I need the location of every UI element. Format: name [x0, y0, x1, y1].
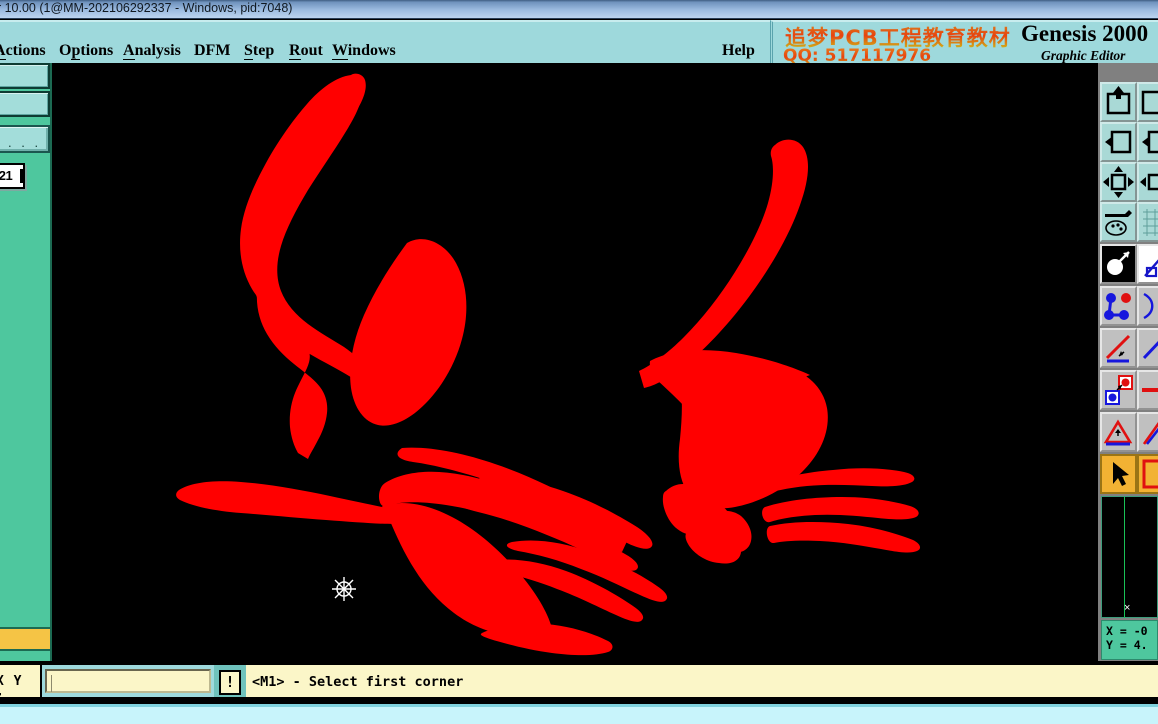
- crosshair-wheel-cursor: [332, 577, 356, 601]
- coordinate-input[interactable]: [45, 669, 211, 693]
- sidebar-more-label: . . .: [8, 135, 42, 150]
- tool-line-blue[interactable]: [1137, 328, 1158, 368]
- tool-rectangle-select[interactable]: [1137, 454, 1158, 494]
- tool-grid[interactable]: [1137, 202, 1158, 242]
- window-title: or 10.00 (1@MM-202106292337 - Windows, p…: [0, 1, 293, 15]
- tool-clipboard-up[interactable]: [1100, 82, 1137, 122]
- status-message: <M1> - Select first corner: [252, 674, 464, 690]
- command-button-wrap: !: [214, 663, 246, 699]
- tool-polygon[interactable]: [1137, 286, 1158, 326]
- tool-copy-shape[interactable]: [1100, 370, 1137, 410]
- xy-label-text: X Y :: [0, 674, 23, 704]
- tool-wrench-palette[interactable]: [1100, 202, 1137, 242]
- exclamation-button[interactable]: !: [219, 670, 241, 695]
- menu-item-rout[interactable]: Rout: [289, 42, 323, 60]
- window-titlebar[interactable]: or 10.00 (1@MM-202106292337 - Windows, p…: [0, 0, 1158, 19]
- coordinate-y: Y = 4.: [1106, 638, 1148, 652]
- brand-qq-number: QQ: 517117976: [783, 46, 931, 63]
- sidebar-button-1[interactable]: [0, 63, 50, 89]
- tool-resize-horizontal[interactable]: [1137, 162, 1158, 202]
- sidebar-number-field[interactable]: 221: [0, 163, 25, 189]
- menu-item-actions[interactable]: AActionsctions: [0, 42, 46, 60]
- sidebar-number-value: 221: [0, 168, 13, 183]
- tool-pad-select[interactable]: [1100, 244, 1137, 284]
- minipanel-guideline: [1124, 497, 1125, 618]
- tool-resize-arrows[interactable]: [1100, 162, 1137, 202]
- minipanel-marker-icon: ×: [1124, 602, 1131, 614]
- message-area: <M1> - Select first corner: [246, 663, 1158, 699]
- tool-panel-left[interactable]: [1137, 82, 1158, 122]
- tool-net-nodes[interactable]: [1100, 286, 1137, 326]
- xy-label: X Y :: [0, 663, 40, 704]
- application-window: or 10.00 (1@MM-202106292337 - Windows, p…: [0, 0, 1158, 724]
- tool-move-in[interactable]: [1100, 122, 1137, 162]
- menu-item-help[interactable]: Help: [722, 42, 755, 60]
- brand-product-name: Genesis 2000: [1021, 21, 1149, 46]
- butterfly-artwork: [52, 63, 1098, 661]
- bottom-strip: [0, 704, 1158, 724]
- menu-item-analysis[interactable]: Analysis: [123, 42, 181, 60]
- tool-triangle-up[interactable]: [1100, 412, 1137, 452]
- tool-line-measure[interactable]: [1100, 328, 1137, 368]
- menu-item-windows[interactable]: Windows: [332, 42, 396, 60]
- tool-triangle-lines[interactable]: [1137, 412, 1158, 452]
- coordinate-x: X = -0: [1106, 624, 1148, 638]
- brand-subtitle: Graphic Editor: [1041, 48, 1126, 63]
- coordinate-input-wrap: [42, 663, 214, 699]
- left-sidebar: . . . 221: [0, 63, 52, 661]
- tool-select-arrow[interactable]: [1100, 454, 1137, 494]
- sidebar-button-2[interactable]: [0, 91, 50, 117]
- sidebar-more-button[interactable]: . . .: [0, 125, 50, 153]
- menu-item-dfm[interactable]: DFM: [194, 42, 230, 60]
- tool-red-line[interactable]: [1137, 370, 1158, 410]
- menu-item-step[interactable]: Step: [244, 42, 274, 60]
- sidebar-status-bar[interactable]: [0, 627, 52, 651]
- navigation-minipanel[interactable]: ×: [1101, 496, 1158, 618]
- menu-item-options[interactable]: Options: [59, 42, 113, 60]
- bottom-strip-edge: [0, 704, 1158, 707]
- text-caret-icon: [51, 675, 52, 692]
- brand-panel: 追梦PCB工程教育教材 Genesis 2000 QQ: 517117976 G…: [770, 20, 1158, 63]
- text-caret-icon: [20, 169, 23, 183]
- coordinate-readout: X = -0 Y = 4.: [1101, 620, 1158, 660]
- tool-move-left[interactable]: [1137, 122, 1158, 162]
- graphic-canvas[interactable]: [52, 63, 1098, 661]
- tool-line-draw[interactable]: [1137, 244, 1158, 284]
